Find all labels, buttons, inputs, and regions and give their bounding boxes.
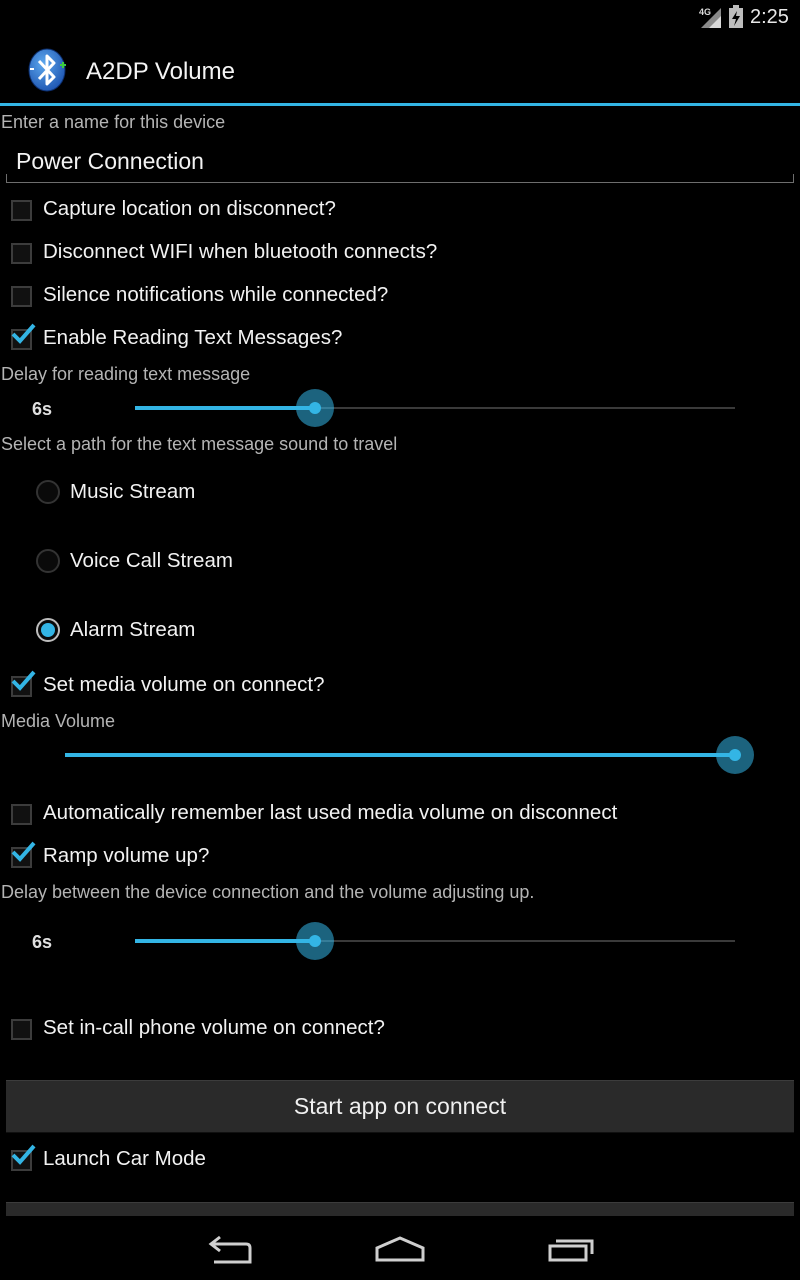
radio-alarm-stream[interactable]: Alarm Stream bbox=[0, 605, 800, 655]
slider-thumb[interactable] bbox=[716, 736, 754, 774]
read-delay-slider[interactable] bbox=[135, 388, 735, 428]
checkbox[interactable] bbox=[11, 243, 32, 264]
checkbox[interactable] bbox=[11, 1019, 32, 1040]
capture-location-label: Capture location on disconnect? bbox=[43, 197, 336, 220]
ramp-delay-label: Delay between the device connection and … bbox=[1, 882, 535, 902]
checkbox[interactable] bbox=[11, 804, 32, 825]
slider-thumb[interactable] bbox=[296, 389, 334, 427]
radio-label: Alarm Stream bbox=[70, 618, 196, 641]
signal-icon: 4G bbox=[699, 7, 721, 28]
media-volume-option[interactable]: Set media volume on connect? bbox=[0, 667, 800, 705]
disconnect-wifi-option[interactable]: Disconnect WIFI when bluetooth connects? bbox=[0, 234, 800, 272]
start-app-button[interactable]: Start app on connect bbox=[6, 1080, 794, 1133]
checkmark-icon bbox=[11, 670, 36, 691]
radio-button-selected[interactable] bbox=[36, 618, 60, 642]
next-button[interactable] bbox=[6, 1202, 794, 1216]
slider-fill bbox=[135, 939, 315, 943]
read-text-option[interactable]: Enable Reading Text Messages? bbox=[0, 320, 800, 358]
incall-volume-label: Set in-call phone volume on connect? bbox=[43, 1016, 385, 1039]
device-name-field[interactable]: Power Connection bbox=[6, 140, 794, 183]
bluetooth-icon[interactable] bbox=[27, 47, 69, 93]
device-name-value: Power Connection bbox=[16, 148, 204, 174]
ramp-delay-value: 6s bbox=[32, 932, 53, 952]
incall-volume-option[interactable]: Set in-call phone volume on connect? bbox=[0, 1010, 800, 1048]
navigation-bar bbox=[0, 1216, 800, 1280]
radio-voice-call-stream[interactable]: Voice Call Stream bbox=[0, 536, 800, 586]
back-icon[interactable] bbox=[200, 1228, 260, 1268]
capture-location-option[interactable]: Capture location on disconnect? bbox=[0, 191, 800, 229]
read-delay-label: Delay for reading text message bbox=[1, 364, 251, 384]
ramp-volume-label: Ramp volume up? bbox=[43, 844, 210, 867]
radio-label: Voice Call Stream bbox=[70, 549, 233, 572]
status-bar: 4G 2:25 bbox=[0, 0, 800, 34]
battery-charging-icon bbox=[729, 5, 743, 28]
recents-icon[interactable] bbox=[540, 1228, 600, 1268]
car-mode-option[interactable]: Launch Car Mode bbox=[0, 1141, 800, 1179]
disconnect-wifi-label: Disconnect WIFI when bluetooth connects? bbox=[43, 240, 438, 263]
slider-fill bbox=[65, 753, 735, 757]
home-icon[interactable] bbox=[370, 1228, 430, 1268]
read-text-label: Enable Reading Text Messages? bbox=[43, 326, 343, 349]
read-delay-value: 6s bbox=[32, 399, 53, 419]
silence-notifications-option[interactable]: Silence notifications while connected? bbox=[0, 277, 800, 315]
slider-thumb[interactable] bbox=[296, 922, 334, 960]
media-volume-label: Media Volume bbox=[1, 711, 116, 731]
media-volume-slider[interactable] bbox=[65, 735, 754, 775]
ramp-delay-slider[interactable] bbox=[135, 921, 735, 961]
radio-music-stream[interactable]: Music Stream bbox=[0, 467, 800, 517]
checkbox[interactable] bbox=[11, 200, 32, 221]
car-mode-label: Launch Car Mode bbox=[43, 1147, 206, 1170]
app-title: A2DP Volume bbox=[86, 58, 235, 85]
sound-path-label: Select a path for the text message sound… bbox=[1, 434, 398, 454]
svg-text:4G: 4G bbox=[699, 7, 711, 17]
action-bar: A2DP Volume bbox=[0, 34, 800, 106]
checkmark-icon bbox=[11, 323, 36, 344]
status-time: 2:25 bbox=[750, 6, 789, 28]
checkbox[interactable] bbox=[11, 286, 32, 307]
checkmark-icon bbox=[11, 841, 36, 862]
media-volume-option-label: Set media volume on connect? bbox=[43, 673, 325, 696]
radio-label: Music Stream bbox=[70, 480, 196, 503]
silence-notifications-label: Silence notifications while connected? bbox=[43, 283, 389, 306]
device-name-label: Enter a name for this device bbox=[1, 112, 226, 132]
checkmark-icon bbox=[11, 1144, 36, 1165]
remember-volume-label: Automatically remember last used media v… bbox=[43, 801, 618, 824]
radio-button[interactable] bbox=[36, 549, 60, 573]
slider-fill bbox=[135, 406, 315, 410]
ramp-volume-option[interactable]: Ramp volume up? bbox=[0, 838, 800, 876]
radio-button[interactable] bbox=[36, 480, 60, 504]
remember-volume-option[interactable]: Automatically remember last used media v… bbox=[0, 795, 800, 833]
